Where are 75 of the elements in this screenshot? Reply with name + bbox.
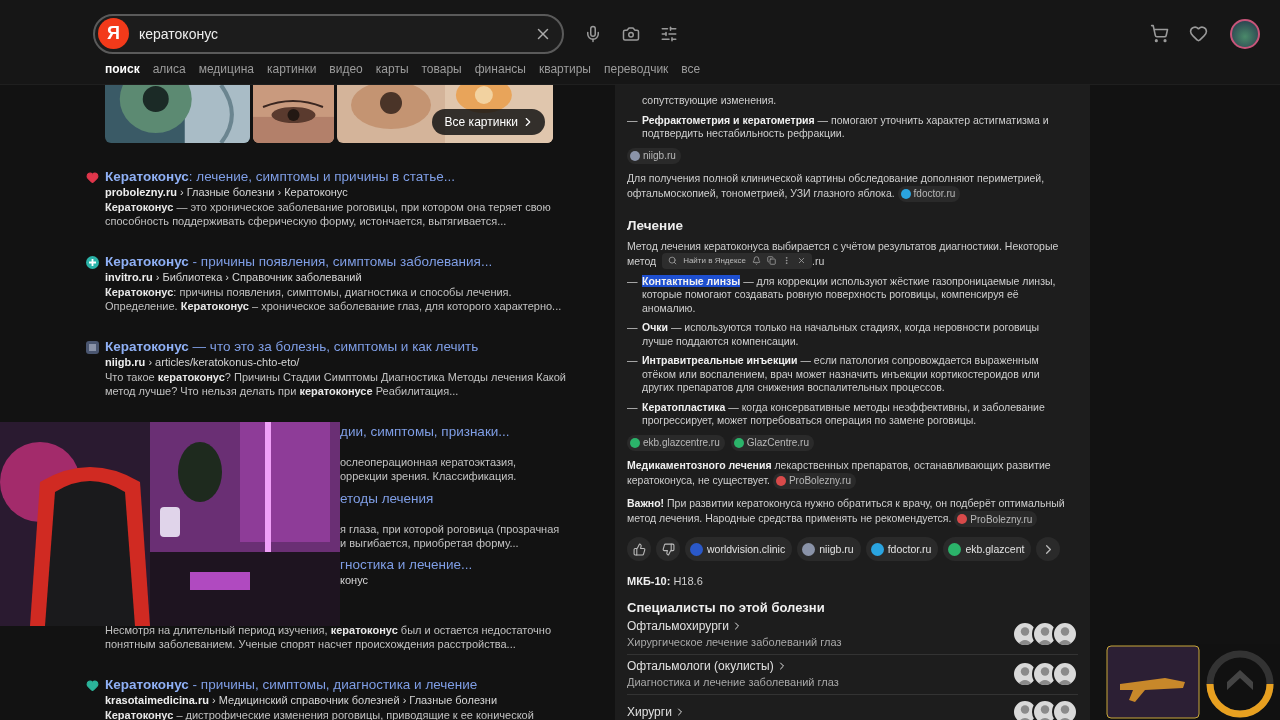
source-chip[interactable]: ekb.glazcent xyxy=(943,537,1032,562)
source-chip[interactable]: fdoctor.ru xyxy=(897,185,961,202)
specialist-link[interactable]: Хирурги xyxy=(627,705,686,720)
source-chip[interactable]: ProBolezny.ru xyxy=(772,472,856,489)
list-item-text: Рефрактометрия и кератометрия — помогают уточнить характер астигматизма и подтвердить нестабильность рефракции. xyxy=(642,113,1050,141)
search-tab[interactable]: квартиры xyxy=(538,62,591,76)
list-dash: — xyxy=(627,274,638,289)
search-tab[interactable]: товары xyxy=(421,62,462,76)
search-tab[interactable]: алиса xyxy=(152,62,186,76)
list-item-text: Интравитреальные инъекции — если патология сопровождается выраженным отёком или воспалением, врач может назначить инъекции кортикостероидов или других препаратов для снижения воспалительных процессов. xyxy=(642,354,1041,395)
result-snippet: способность поддерживать сферическую форму, истончается, вытягивается... xyxy=(105,214,508,228)
source-chip[interactable]: GlazCentre.ru xyxy=(730,434,814,451)
find-button[interactable]: Найти в Яндексе xyxy=(683,256,746,266)
search-tab[interactable]: картинки xyxy=(266,62,317,76)
result-url: конус xyxy=(340,573,369,589)
result-snippet: ослеоперационная кератоэктазия, xyxy=(340,455,518,469)
result-title[interactable]: Кератоконус: лечение, симптомы и причины в статье... xyxy=(105,169,551,185)
specialist-description: Хирургическое лечение заболеваний глаз xyxy=(627,636,842,649)
source-chip[interactable]: ekb.glazcentre.ru xyxy=(627,434,725,451)
result-title[interactable]: етоды лечения xyxy=(340,490,560,507)
result-snippet: Кератоконус — это хроническое заболевание роговицы, при котором она теряет свою xyxy=(105,200,551,214)
result-title[interactable]: Кератоконус - причины появления, симптомы заболевания... xyxy=(105,254,562,270)
list-dash: — xyxy=(627,113,638,128)
result-snippet: я глаза, при которой роговица (прозрачная xyxy=(340,521,560,536)
specialist-link[interactable]: Офтальмологи (окулисты) xyxy=(627,659,839,674)
icd-code: МКБ-10: H18.6 xyxy=(627,575,704,588)
source-chip[interactable]: niigb.ru xyxy=(627,147,681,164)
specialist-link[interactable]: Офтальмохирурги xyxy=(627,619,842,634)
result-title[interactable]: Кератоконус - причины, симптомы, диагностика и лечение xyxy=(105,677,534,693)
list-dash: — xyxy=(627,321,638,336)
search-tab[interactable]: финансы xyxy=(474,62,526,76)
result-title[interactable]: дии, симптомы, признаки... xyxy=(340,424,560,440)
result-snippet: Кератоконус: причины появления, симптомы, диагностика и способы лечения. xyxy=(105,285,513,299)
section-heading: Специалисты по этой болезни xyxy=(627,600,826,616)
result-url: krasotaimedicina.ru › Медицинский справочник болезней › Глазные болезни xyxy=(105,693,499,708)
search-tab[interactable]: медицина xyxy=(198,62,254,76)
search-logo: Я xyxy=(98,18,129,49)
search-tab[interactable]: видео xyxy=(329,62,363,76)
section-heading: Лечение xyxy=(627,217,684,233)
search-tab[interactable]: переводчик xyxy=(603,62,669,76)
result-snippet: Несмотря на длительный период изучения, кератоконус был и остается недостаточно xyxy=(105,623,553,637)
paragraph: Метод лечения кератоконуса выбирается с учётом результатов диагностики. Некоторые xyxy=(627,238,1060,253)
list-item-text: Контактные линзы — для коррекции используют жёсткие газопроницаемые линзы, которые помогают создавать ровную поверхность роговицы, компенсируя её аномалию. xyxy=(642,274,1057,316)
source-chip[interactable]: fdoctor.ru xyxy=(865,537,939,562)
list-item-text: Очки — используются только на начальных стадиях, когда неровности роговицы лучше поддаются компенсации. xyxy=(642,321,1041,349)
result-snippet: оррекции зрения. Классификация. xyxy=(340,469,518,483)
result-snippet: понятным заболеванием. Ученые спорят насчет происхождения расстройства... xyxy=(105,637,517,651)
source-chip[interactable]: worldvision.clinic xyxy=(685,537,793,562)
list-item-text: сопутствующие изменения. xyxy=(642,94,777,108)
result-url: invitro.ru › Библиотека › Справочник заболеваний xyxy=(105,270,363,285)
paragraph: Для получения полной клинической картины обследование дополняют периметрией, офтальмоскопией, тонометрией, УЗИ глазного яблока. fdoctor.ru xyxy=(627,170,1046,202)
all-images-button[interactable]: Все картинки xyxy=(431,109,545,135)
result-title[interactable]: гностика и лечение... xyxy=(340,557,560,574)
search-tab[interactable]: поиск xyxy=(105,62,140,76)
result-title[interactable]: Кератоконус — что это за болезнь, симптомы и как лечить xyxy=(105,339,566,355)
result-url: probolezny.ru › Глазные болезни › Кератоконус xyxy=(105,185,349,200)
list-item-text: Кератопластика — когда консервативные методы неэффективны, и заболевание прогрессирует, может потребоваться операция по замене роговицы. xyxy=(642,400,1046,428)
search-tab[interactable]: карты xyxy=(375,62,409,76)
result-snippet: Определение. Кератоконус – хроническое заболевание глаз, для которого характерно... xyxy=(105,299,562,313)
list-dash: — xyxy=(627,400,638,415)
search-tab[interactable]: все xyxy=(681,62,701,76)
result-url: niigb.ru › articles/keratokonus-chto-eto/ xyxy=(105,355,301,370)
result-snippet: и выгибается, приобретая форму... xyxy=(340,535,520,550)
paragraph-fragment: .ru xyxy=(812,253,825,268)
paragraph-fragment: метод xyxy=(627,253,657,268)
source-chip[interactable]: ProBolezny.ru xyxy=(954,511,1038,528)
search-query: кератоконус xyxy=(139,25,220,42)
result-snippet: Что такое кератоконус? Причины Стадии Симптомы Диагностика Методы лечения Какой xyxy=(105,370,566,384)
specialist-description: Диагностика и лечение заболеваний глаз xyxy=(627,676,839,689)
result-snippet: метод лучше? Что нельзя делать при кератоконусе Реабилитация... xyxy=(105,384,460,398)
source-chip[interactable]: niigb.ru xyxy=(797,537,861,562)
paragraph: Медикаментозного лечения лекарственных препаратов, останавливающих развитие кератоконуса, не существует. ProBolezny.ru xyxy=(627,457,1052,489)
paragraph: Важно! При развитии кератоконуса нужно обратиться к врачу, он подберёт оптимальный метод лечения. Народные средства применять не рекомендуется. ProBolezny.ru xyxy=(627,495,1078,528)
search-field[interactable]: Я кератоконус xyxy=(93,13,564,54)
list-dash: — xyxy=(627,354,638,369)
